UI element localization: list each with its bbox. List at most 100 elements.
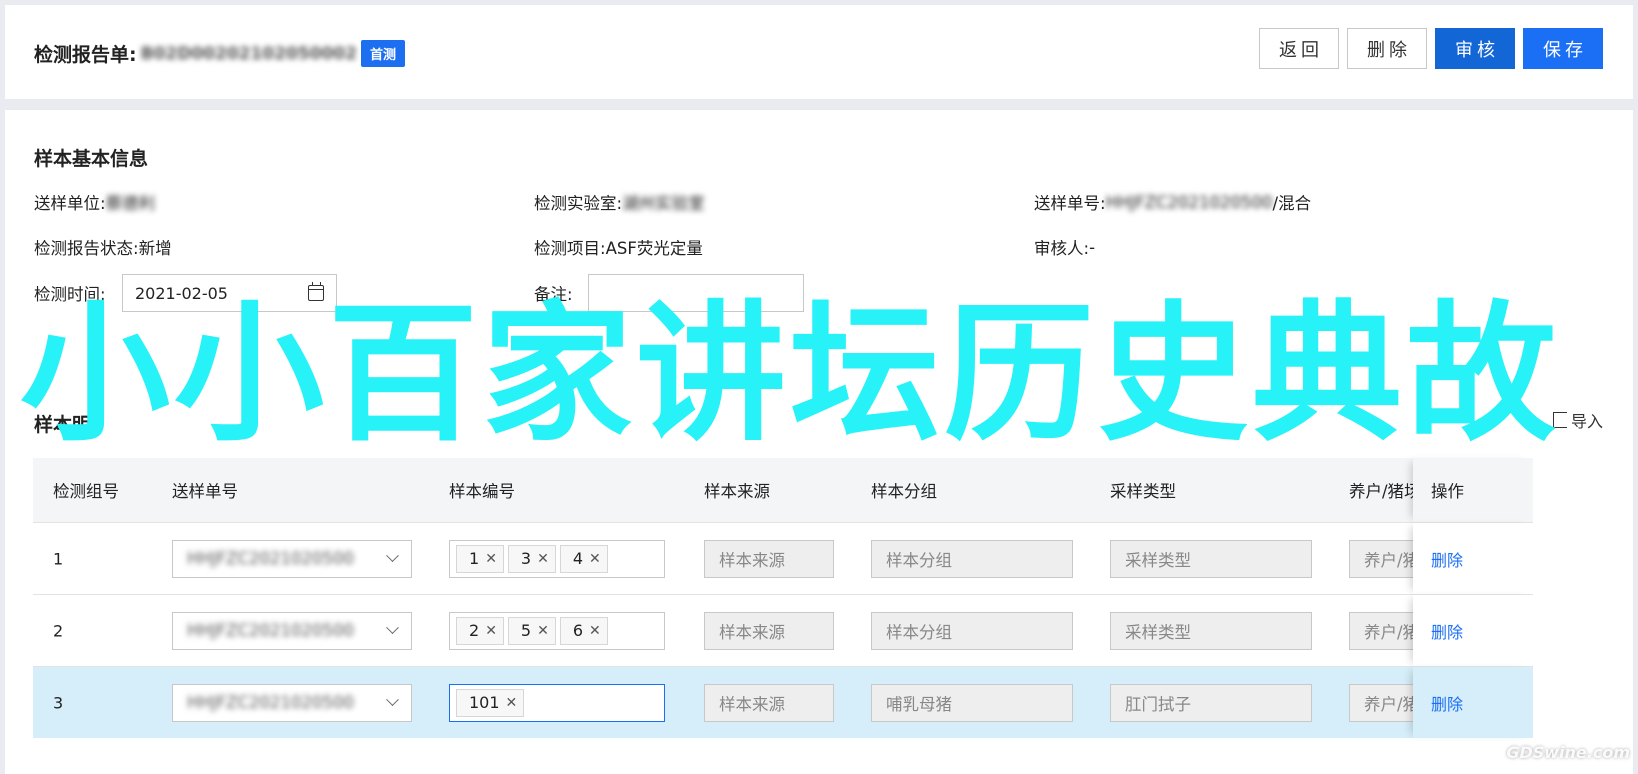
back-button[interactable]: 返回 [1259, 28, 1339, 69]
col-header-group-no: 检测组号 [53, 482, 119, 501]
table-header: 检测组号 送样单号 样本编号 样本来源 样本分组 采样类型 养户/猪场 操作 [33, 458, 1533, 522]
order-no-select[interactable]: HHJFZC2021020500 [172, 611, 412, 650]
import-label: 导入 [1570, 412, 1603, 431]
source-input[interactable]: 样本来源 [704, 683, 834, 722]
sample-tag-label: 2 [469, 621, 480, 640]
sample-tag: 2 ✕ [456, 616, 504, 645]
col-header-order-no: 送样单号 [172, 482, 238, 501]
basic-info-title: 样本基本信息 [34, 148, 149, 170]
col-header-type: 采样类型 [1110, 482, 1176, 501]
delete-button[interactable]: 删除 [1347, 28, 1427, 69]
sample-tag: 4 ✕ [559, 544, 608, 573]
header-button-group: 返回 删除 审核 保存 [1259, 28, 1603, 69]
lab-field: 检测实验室: 湖州实验室 [534, 190, 705, 214]
group-no-cell: 2 [53, 621, 64, 640]
auditor-label: 审核人: [1034, 239, 1090, 258]
sample-tag-label: 101 [469, 693, 500, 712]
type-input[interactable]: 采样类型 [1110, 539, 1312, 578]
row-delete-link[interactable]: 删除 [1431, 619, 1463, 643]
group-input[interactable]: 哺乳母猪 [871, 683, 1073, 722]
chevron-down-icon [386, 621, 399, 635]
order-no-select-value: HHJFZC2021020500 [187, 693, 354, 712]
table-row-selected: 3 HHJFZC2021020500 101 ✕ 样本来源 哺乳母猪 肛门拭子 养… [33, 666, 1533, 738]
sample-tag: 101 ✕ [456, 688, 525, 717]
test-item-field: 检测项目: ASF荧光定量 [534, 235, 703, 259]
sample-no-tag-input[interactable]: 2 ✕ 5 ✕ 6 ✕ [449, 611, 665, 650]
sample-tag: 6 ✕ [559, 616, 608, 645]
sample-detail-title: 样本明 [34, 414, 92, 436]
group-input[interactable]: 样本分组 [871, 539, 1073, 578]
order-no-select-value: HHJFZC2021020500 [187, 549, 354, 568]
close-icon[interactable]: ✕ [485, 551, 497, 567]
sample-tag-label: 1 [469, 549, 480, 568]
col-header-farm: 养户/猪场 [1349, 482, 1421, 501]
table-row: 2 HHJFZC2021020500 2 ✕ 5 ✕ 6 ✕ 样本来源 样本分组 采样… [33, 594, 1533, 666]
group-no-cell: 3 [53, 693, 64, 712]
group-input[interactable]: 样本分组 [871, 611, 1073, 650]
row-delete-link[interactable]: 删除 [1431, 691, 1463, 715]
row-delete-link[interactable]: 删除 [1431, 547, 1463, 571]
type-input[interactable]: 采样类型 [1110, 611, 1312, 650]
group-no-cell: 1 [53, 549, 64, 568]
sample-tag: 5 ✕ [507, 616, 556, 645]
report-title: 检测报告单: B02D00202102050002 首测 [34, 40, 405, 67]
action-col-header: 操作 [1413, 458, 1533, 522]
source-input[interactable]: 样本来源 [704, 539, 834, 578]
order-no-value: HHJFZC2021020500 [1105, 192, 1273, 212]
audit-button[interactable]: 审核 [1435, 28, 1515, 69]
order-no-label: 送样单号: [1034, 194, 1106, 213]
test-item-value: ASF荧光定量 [605, 239, 703, 258]
col-header-source: 样本来源 [704, 482, 770, 501]
order-no-field: 送样单号: HHJFZC2021020500 /混合 [1034, 190, 1311, 214]
auditor-field: 审核人: - [1034, 235, 1095, 259]
close-icon[interactable]: ✕ [589, 623, 601, 639]
col-header-sample-no: 样本编号 [449, 482, 515, 501]
close-icon[interactable]: ✕ [537, 551, 549, 567]
sender-unit-label: 送样单位: [34, 194, 106, 213]
source-input[interactable]: 样本来源 [704, 611, 834, 650]
test-time-value: 2021-02-05 [135, 283, 228, 303]
table-row: 1 HHJFZC2021020500 1 ✕ 3 ✕ 4 ✕ 样本来源 样本分组 采样… [33, 522, 1533, 594]
order-no-suffix: /混合 [1272, 194, 1312, 213]
type-input[interactable]: 肛门拭子 [1110, 683, 1312, 722]
close-icon[interactable]: ✕ [485, 623, 497, 639]
import-button[interactable]: 导入 [1552, 408, 1603, 432]
note-label: 备注: [534, 285, 573, 304]
action-cell: 删除 [1413, 667, 1533, 738]
status-field: 检测报告状态: 新增 [34, 235, 172, 259]
order-no-select-value: HHJFZC2021020500 [187, 621, 354, 640]
sample-detail-table: 检测组号 送样单号 样本编号 样本来源 样本分组 采样类型 养户/猪场 操作 1… [33, 458, 1533, 738]
action-cell: 删除 [1413, 595, 1533, 666]
sample-no-tag-input[interactable]: 1 ✕ 3 ✕ 4 ✕ [449, 539, 665, 578]
report-title-label: 检测报告单: [34, 44, 137, 66]
close-icon[interactable]: ✕ [506, 695, 518, 711]
auditor-value: - [1089, 237, 1096, 257]
main-card: 样本基本信息 送样单位: 蔡德利 检测实验室: 湖州实验室 送样单号: HHJF… [5, 110, 1633, 774]
calendar-icon[interactable] [308, 282, 324, 301]
order-no-select[interactable]: HHJFZC2021020500 [172, 683, 412, 722]
chevron-down-icon [386, 549, 399, 563]
status-value: 新增 [138, 239, 172, 258]
sample-tag-label: 5 [520, 621, 532, 640]
close-icon[interactable]: ✕ [537, 623, 549, 639]
report-id: B02D00202102050002 [140, 43, 357, 64]
note-input[interactable] [588, 274, 804, 312]
order-no-select[interactable]: HHJFZC2021020500 [172, 539, 412, 578]
save-button[interactable]: 保存 [1523, 28, 1603, 69]
header-card: 检测报告单: B02D00202102050002 首测 返回 删除 审核 保存 [5, 5, 1633, 99]
close-icon[interactable]: ✕ [589, 551, 601, 567]
first-test-badge: 首测 [360, 40, 405, 67]
test-item-label: 检测项目: [534, 239, 606, 258]
lab-value: 湖州实验室 [622, 194, 705, 213]
sample-tag-label: 3 [520, 549, 532, 568]
action-cell: 删除 [1413, 523, 1533, 594]
lab-label: 检测实验室: [534, 194, 623, 213]
sample-no-tag-input[interactable]: 101 ✕ [449, 683, 665, 722]
status-label: 检测报告状态: [34, 239, 139, 258]
sample-tag-label: 6 [572, 621, 584, 640]
test-time-datepicker[interactable]: 2021-02-05 [122, 274, 337, 312]
col-header-group: 样本分组 [871, 482, 937, 501]
sender-unit-field: 送样单位: 蔡德利 [34, 190, 155, 214]
col-header-action: 操作 [1431, 482, 1464, 501]
sample-tag-label: 4 [572, 549, 584, 568]
